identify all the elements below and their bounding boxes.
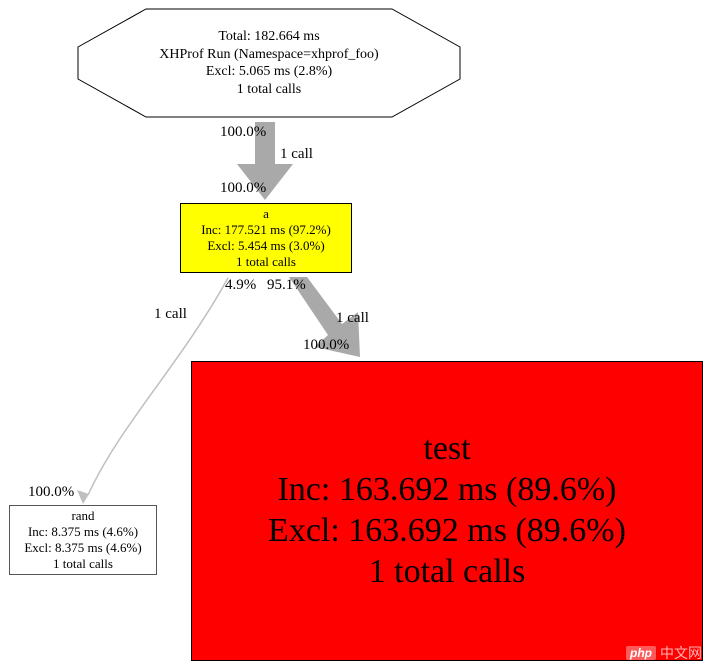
node-a-title: a [263, 206, 269, 222]
root-total: Total: 182.664 ms [78, 28, 460, 46]
root-namespace: XHProf Run (Namespace=xhprof_foo) [78, 46, 460, 64]
node-a-excl: Excl: 5.454 ms (3.0%) [207, 238, 324, 254]
node-test-calls: 1 total calls [369, 552, 526, 593]
edge-a-test-pct: 95.1% [267, 277, 306, 294]
node-rand-inc: Inc: 8.375 ms (4.6%) [28, 524, 138, 540]
node-rand: rand Inc: 8.375 ms (4.6%) Excl: 8.375 ms… [9, 505, 157, 575]
edge-root-a-bottom-pct: 100.0% [220, 180, 266, 197]
node-test-inc: Inc: 163.692 ms (89.6%) [277, 470, 616, 511]
node-rand-excl: Excl: 8.375 ms (4.6%) [24, 540, 141, 556]
node-test-title: test [423, 429, 470, 470]
node-rand-calls: 1 total calls [53, 556, 113, 572]
watermark: php 中文网 [626, 643, 702, 663]
watermark-badge: php [626, 646, 656, 660]
edge-a-rand-pct2: 100.0% [28, 484, 74, 501]
edge-a-test-pct2: 100.0% [303, 337, 349, 354]
edge-a-rand-calls: 1 call [154, 306, 187, 323]
edge-root-a-top-pct: 100.0% [220, 124, 266, 141]
watermark-text: 中文网 [660, 643, 702, 663]
edge-a-test-calls: 1 call [336, 310, 369, 327]
arrow-a-to-rand-head [77, 490, 93, 506]
node-a: a Inc: 177.521 ms (97.2%) Excl: 5.454 ms… [180, 203, 352, 273]
node-rand-title: rand [71, 508, 94, 524]
root-node: Total: 182.664 ms XHProf Run (Namespace=… [78, 9, 460, 117]
edge-root-a-calls: 1 call [280, 146, 313, 163]
root-calls: 1 total calls [78, 81, 460, 99]
node-test: test Inc: 163.692 ms (89.6%) Excl: 163.6… [191, 361, 703, 661]
edge-a-rand-pct: 4.9% [225, 277, 256, 294]
node-a-inc: Inc: 177.521 ms (97.2%) [201, 222, 331, 238]
node-test-excl: Excl: 163.692 ms (89.6%) [268, 511, 626, 552]
node-a-calls: 1 total calls [236, 254, 296, 270]
root-excl: Excl: 5.065 ms (2.8%) [78, 63, 460, 81]
